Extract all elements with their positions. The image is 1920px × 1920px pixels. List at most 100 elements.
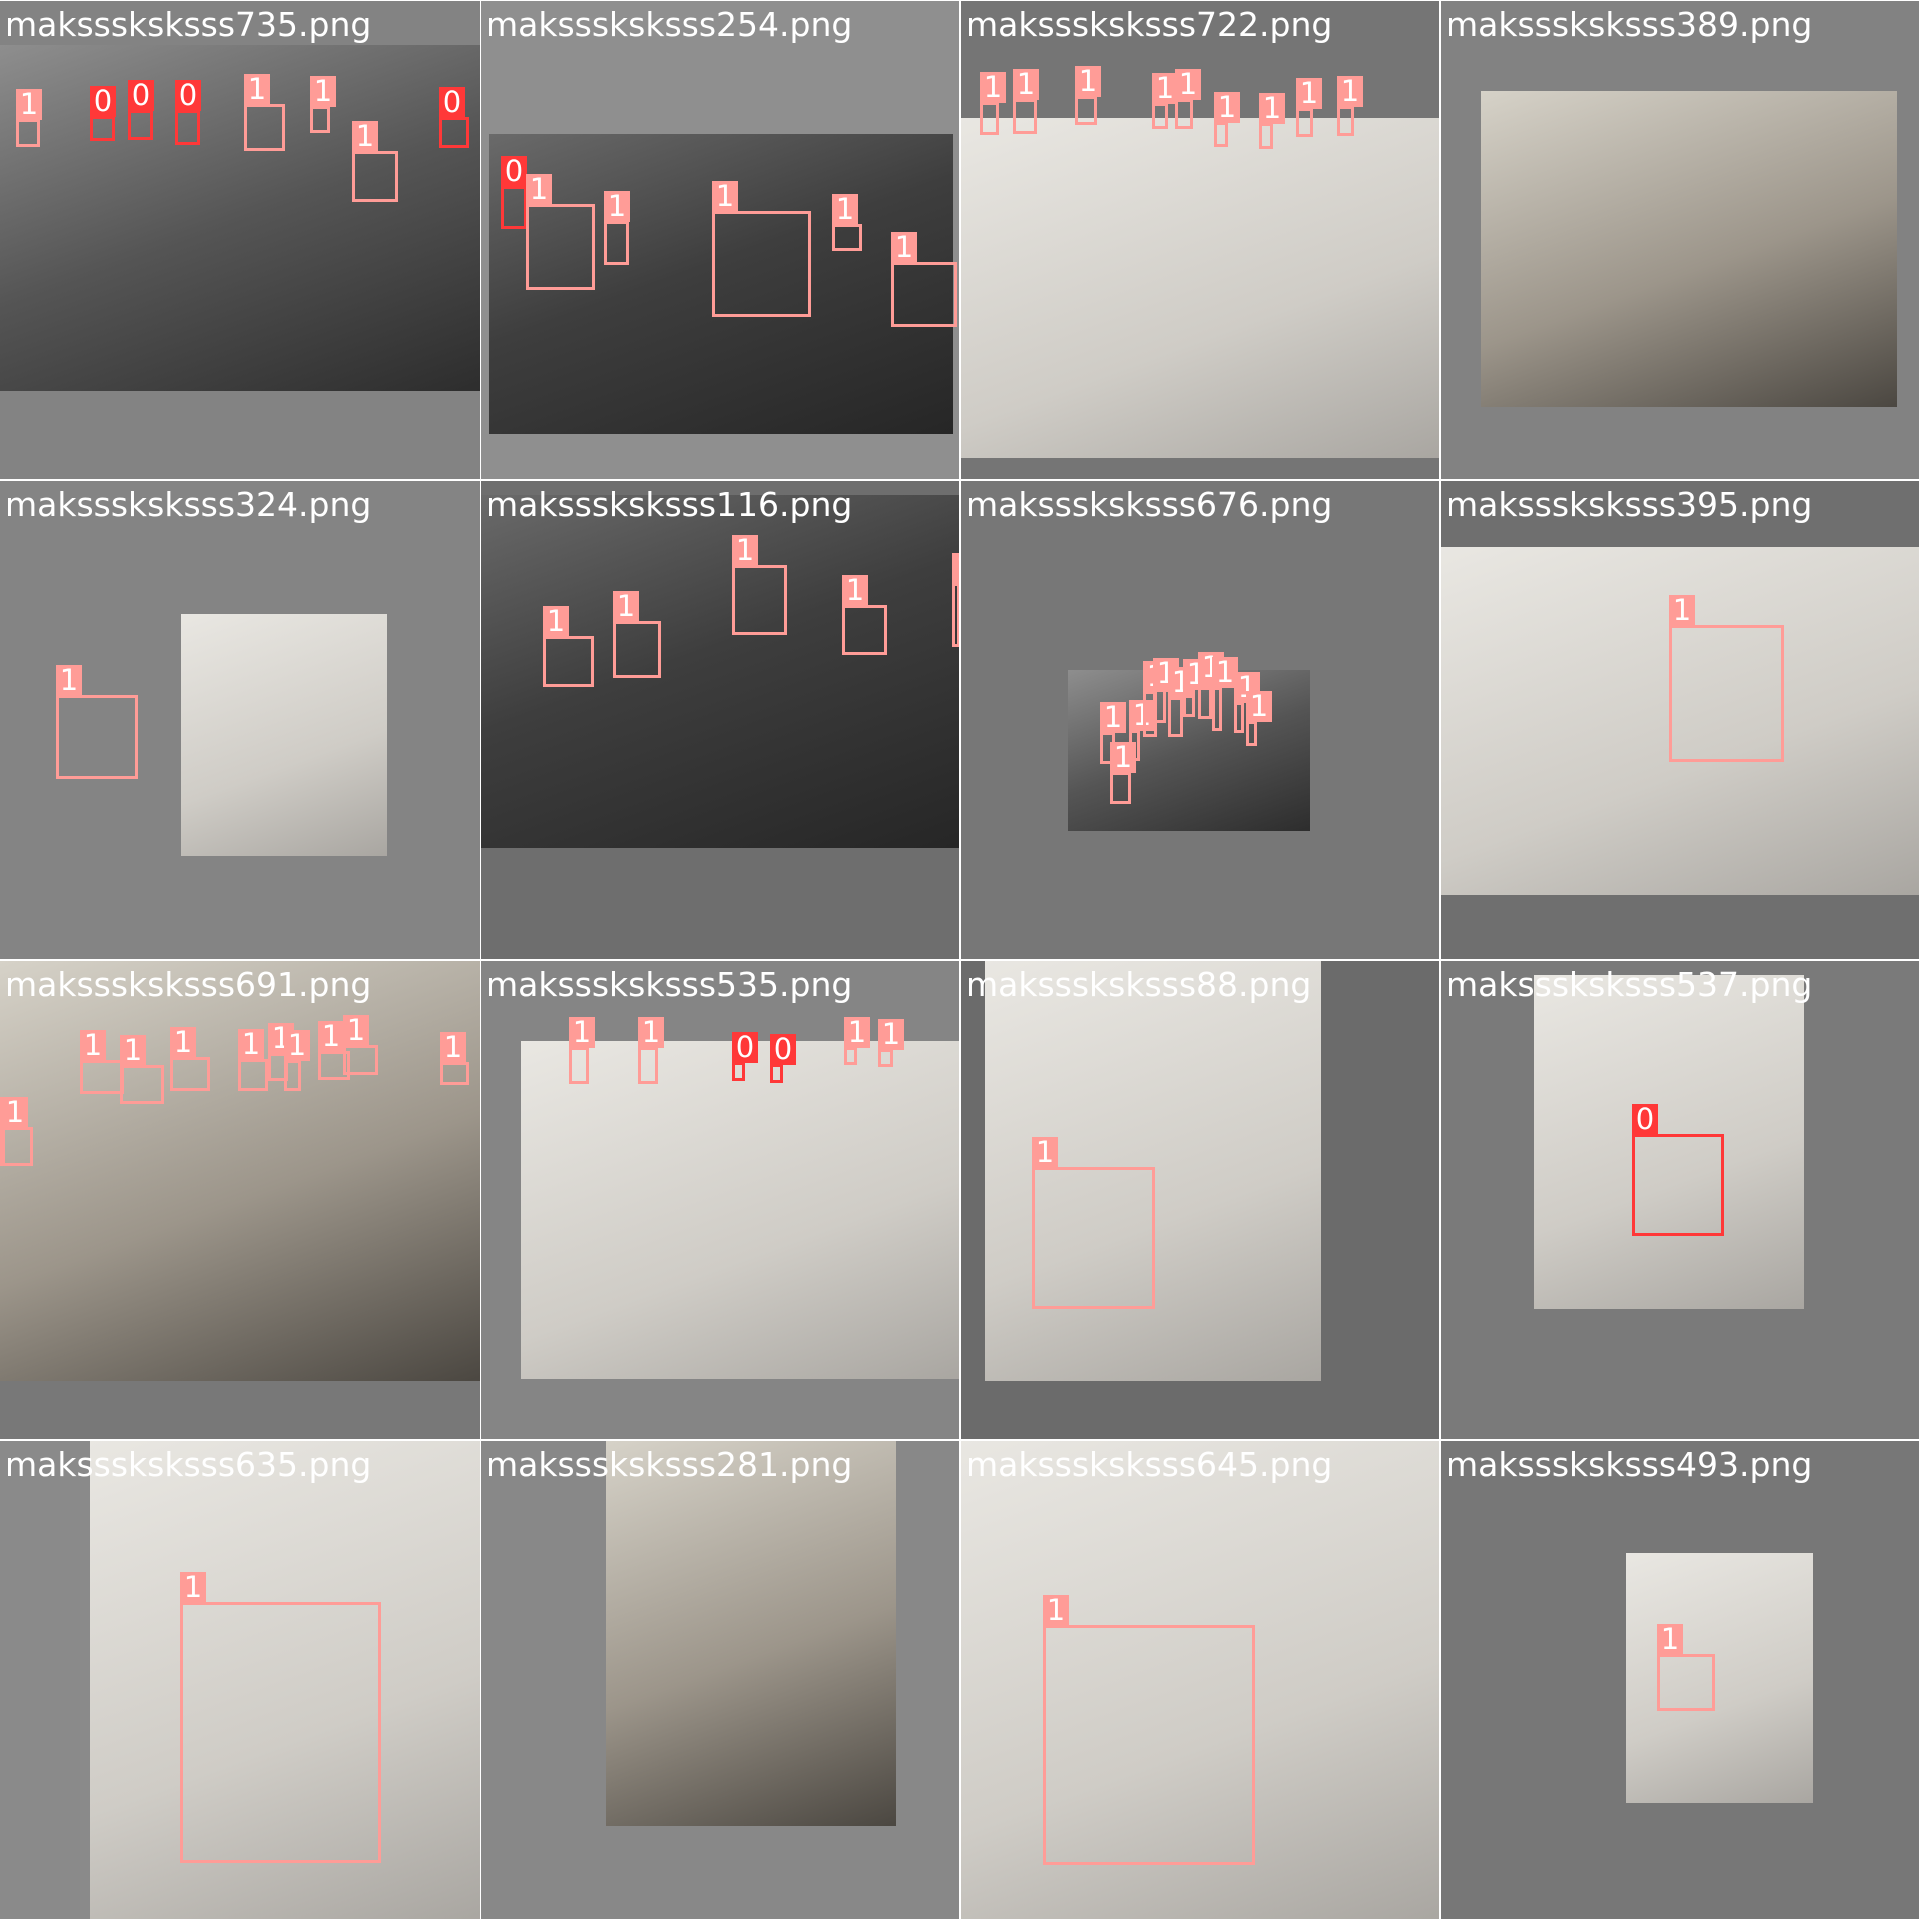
tile-filename: maksssksksss324.png: [5, 485, 372, 524]
bbox-class-1: 1: [2, 1097, 33, 1166]
bbox-class-0: 0: [90, 86, 116, 141]
bbox-class-1: 1: [844, 1017, 870, 1065]
bbox-class-1: 1: [1129, 700, 1155, 761]
class-tag: 1: [318, 1021, 344, 1052]
class-tag: 1: [842, 575, 868, 606]
bbox-class-0: 0: [175, 80, 201, 145]
class-tag: 1: [526, 174, 552, 205]
class-tag: 0: [501, 156, 527, 187]
tile-filename: maksssksksss645.png: [966, 1445, 1333, 1484]
class-tag: 1: [352, 121, 378, 152]
tile-filename: maksssksksss389.png: [1446, 5, 1813, 44]
bbox-class-0: 0: [439, 87, 469, 148]
class-tag: 0: [732, 1032, 758, 1063]
tile-filename: maksssksksss676.png: [966, 485, 1333, 524]
class-tag: 1: [170, 1027, 196, 1058]
bbox-class-1: 1: [1234, 672, 1260, 733]
photo-maksssksksss691: [0, 961, 480, 1381]
bbox-class-1: 1: [1296, 78, 1322, 137]
class-tag: 0: [128, 80, 154, 111]
bbox-class-1: 1: [1110, 742, 1136, 804]
class-tag: 1: [844, 1017, 870, 1048]
tile-filename: maksssksksss635.png: [5, 1445, 372, 1484]
tile-filename: maksssksksss281.png: [486, 1445, 853, 1484]
class-tag: 1: [1259, 93, 1285, 124]
tile-filename: maksssksksss493.png: [1446, 1445, 1813, 1484]
bbox-class-1: 1: [16, 89, 42, 147]
photo-maksssksksss389: [1481, 91, 1897, 407]
class-tag: 1: [1669, 595, 1695, 626]
tile-maksssksksss645: 1 maksssksksss645.png: [961, 1441, 1439, 1919]
class-tag: 1: [56, 665, 82, 696]
photo-maksssksksss493: [1626, 1553, 1813, 1803]
bbox-class-1: 1: [170, 1027, 210, 1091]
bbox-class-1: 1: [1214, 92, 1240, 147]
bbox-class-1: 1: [952, 553, 959, 647]
class-tag: 1: [80, 1030, 106, 1061]
class-tag: 1: [980, 72, 1006, 103]
bbox-class-1: 1: [638, 1017, 664, 1084]
class-tag: 0: [90, 86, 116, 117]
bbox-class-1: 1: [1212, 657, 1238, 731]
bbox-class-1: 1: [244, 74, 285, 151]
bbox-class-1: 1: [352, 121, 398, 202]
class-tag: 0: [175, 80, 201, 111]
bbox-class-1: 1: [1032, 1137, 1155, 1309]
bbox-class-1: 1: [891, 232, 957, 327]
class-tag: 1: [1043, 1595, 1069, 1626]
class-tag: 1: [310, 76, 336, 107]
tile-maksssksksss676: 11111111111maksssksksss676.png: [961, 481, 1439, 959]
bbox-class-1: 1: [343, 1015, 378, 1075]
bbox-class-1: 1: [1183, 659, 1209, 717]
class-tag: 1: [244, 74, 270, 105]
class-tag: 1: [891, 232, 917, 263]
class-tag: 1: [832, 194, 858, 225]
photo-maksssksksss722: [961, 118, 1439, 458]
tile-maksssksksss722: 1 1 1 1 1 1 1 1 1 maksssksksss722.png: [961, 1, 1439, 479]
tile-maksssksksss691: 11111111111maksssksksss691.png: [0, 961, 480, 1439]
bbox-class-1: 1: [1153, 658, 1179, 723]
class-tag: 1: [952, 553, 959, 584]
class-tag: 1: [120, 1035, 146, 1066]
class-tag: 1: [1214, 92, 1240, 123]
bbox-class-1: 1: [1013, 69, 1039, 134]
bbox-class-0: 0: [128, 80, 154, 140]
photo-maksssksksss535: [521, 1041, 959, 1379]
tile-maksssksksss389: maksssksksss389.png: [1441, 1, 1919, 479]
class-tag: 1: [878, 1019, 904, 1050]
bbox-class-1: 1: [878, 1019, 904, 1067]
class-tag: 1: [638, 1017, 664, 1048]
tile-maksssksksss88: 1 maksssksksss88.png: [961, 961, 1439, 1439]
class-tag: 1: [343, 1015, 369, 1046]
bbox-class-1: 1: [712, 181, 811, 317]
class-tag: 1: [613, 591, 639, 622]
tile-maksssksksss537: 0 maksssksksss537.png: [1441, 961, 1919, 1439]
class-tag: 0: [439, 87, 465, 118]
class-tag: 1: [1032, 1137, 1058, 1168]
tile-filename: maksssksksss735.png: [5, 5, 372, 44]
bbox-class-1: 1: [1669, 595, 1784, 762]
tile-filename: maksssksksss88.png: [966, 965, 1312, 1004]
bbox-class-0: 0: [1632, 1104, 1724, 1236]
tile-maksssksksss735: 1 0 0 0 1 1 1 0 maksssksksss735.png: [0, 1, 480, 479]
bbox-class-1: 1: [842, 575, 887, 655]
class-tag: 1: [569, 1017, 595, 1048]
bbox-class-0: 0: [501, 156, 527, 229]
class-tag: 1: [16, 89, 42, 120]
tile-filename: maksssksksss691.png: [5, 965, 372, 1004]
bbox-class-1: 1: [310, 76, 336, 133]
class-tag: 1: [712, 181, 738, 212]
class-tag: 0: [1632, 1104, 1658, 1135]
class-tag: 1: [1337, 76, 1363, 107]
bbox-class-1: 1: [1657, 1624, 1715, 1711]
class-tag: 1: [1013, 69, 1039, 100]
class-tag: 1: [180, 1572, 206, 1603]
tile-filename: maksssksksss116.png: [486, 485, 853, 524]
class-tag: 1: [1100, 702, 1126, 733]
bbox-class-1: 1: [56, 665, 138, 779]
bbox-class-1: 1: [569, 1017, 595, 1084]
detection-mosaic: 1 0 0 0 1 1 1 0 maksssksksss735.png 0 1 1 1 1 1 maksssk…: [0, 0, 1920, 1920]
photo-maksssksksss281: [606, 1441, 896, 1826]
bbox-class-1: 1: [180, 1572, 381, 1863]
tile-maksssksksss116: 1 1 1 1 1 maksssksksss116.png: [481, 481, 959, 959]
